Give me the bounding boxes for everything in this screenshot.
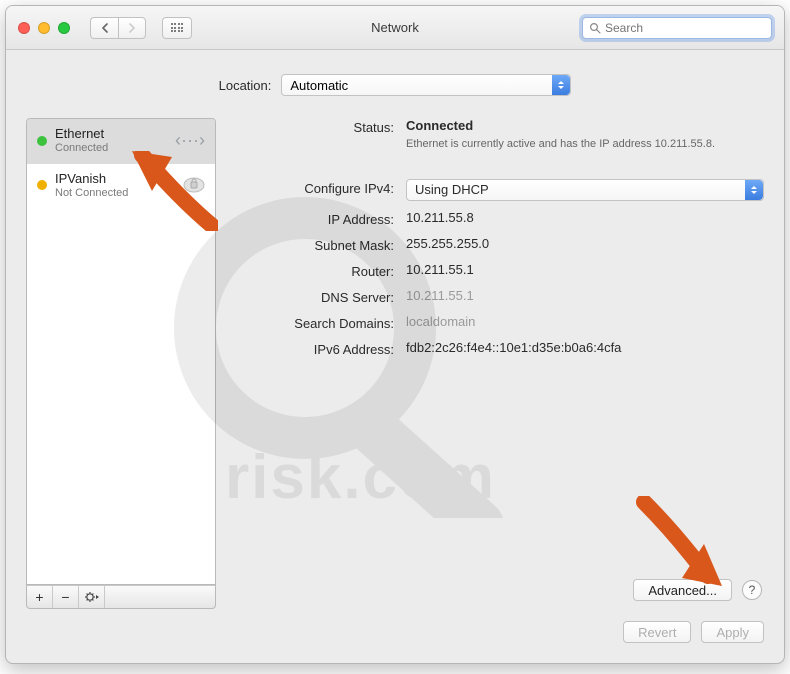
connection-actions-button[interactable] bbox=[79, 586, 105, 608]
apply-button[interactable]: Apply bbox=[701, 621, 764, 643]
subnet-label: Subnet Mask: bbox=[234, 236, 394, 253]
nav-buttons bbox=[90, 17, 146, 39]
status-row: Status: Connected Ethernet is currently … bbox=[234, 118, 764, 152]
ipv6-label: IPv6 Address: bbox=[234, 340, 394, 357]
status-value: Connected bbox=[406, 118, 764, 133]
search-input[interactable] bbox=[605, 21, 765, 35]
dns-row: DNS Server: 10.211.55.1 bbox=[234, 288, 764, 305]
configure-label: Configure IPv4: bbox=[234, 179, 394, 196]
zoom-window-button[interactable] bbox=[58, 22, 70, 34]
ip-row: IP Address: 10.211.55.8 bbox=[234, 210, 764, 227]
searchdom-value: localdomain bbox=[406, 314, 764, 329]
location-row: Location: Automatic bbox=[26, 74, 764, 96]
dns-label: DNS Server: bbox=[234, 288, 394, 305]
list-toolbar: + − bbox=[26, 585, 216, 609]
search-icon bbox=[589, 22, 601, 34]
status-dot-green-icon bbox=[37, 136, 47, 146]
status-dot-yellow-icon bbox=[37, 180, 47, 190]
location-label: Location: bbox=[219, 78, 272, 93]
searchdom-label: Search Domains: bbox=[234, 314, 394, 331]
searchdom-row: Search Domains: localdomain bbox=[234, 314, 764, 331]
subnet-row: Subnet Mask: 255.255.255.0 bbox=[234, 236, 764, 253]
grid-icon bbox=[171, 23, 184, 32]
close-window-button[interactable] bbox=[18, 22, 30, 34]
dns-value: 10.211.55.1 bbox=[406, 288, 764, 303]
remove-connection-button[interactable]: − bbox=[53, 586, 79, 608]
back-button[interactable] bbox=[90, 17, 118, 39]
router-label: Router: bbox=[234, 262, 394, 279]
location-popup[interactable]: Automatic bbox=[281, 74, 571, 96]
show-all-prefs-button[interactable] bbox=[162, 17, 192, 39]
annotation-arrow-advanced-icon bbox=[634, 496, 724, 586]
ipv6-row: IPv6 Address: fdb2:2c26:f4e4::10e1:d35e:… bbox=[234, 340, 764, 357]
location-value: Automatic bbox=[290, 78, 348, 93]
gear-icon bbox=[84, 591, 100, 603]
titlebar: Network bbox=[6, 6, 784, 50]
status-value-block: Connected Ethernet is currently active a… bbox=[406, 118, 764, 152]
help-button[interactable]: ? bbox=[742, 580, 762, 600]
traffic-lights bbox=[18, 22, 70, 34]
conn-name: Ethernet bbox=[55, 127, 167, 142]
annotation-arrow-ethernet-icon bbox=[128, 151, 218, 231]
network-preferences-window: Network Location: Automatic Ethernet bbox=[5, 5, 785, 664]
configure-value: Using DHCP bbox=[415, 182, 489, 197]
footer-buttons: Revert Apply bbox=[26, 609, 764, 643]
minimize-window-button[interactable] bbox=[38, 22, 50, 34]
status-description: Ethernet is currently active and has the… bbox=[406, 137, 764, 152]
popup-arrows-icon bbox=[552, 75, 570, 95]
configure-ipv4-popup[interactable]: Using DHCP bbox=[406, 179, 764, 201]
ipv6-value: fdb2:2c26:f4e4::10e1:d35e:b0a6:4cfa bbox=[406, 340, 764, 355]
configure-row: Configure IPv4: Using DHCP bbox=[234, 179, 764, 201]
forward-button[interactable] bbox=[118, 17, 146, 39]
add-connection-button[interactable]: + bbox=[27, 586, 53, 608]
ethernet-icon: ‹···› bbox=[175, 130, 205, 151]
search-field[interactable] bbox=[582, 17, 772, 39]
router-row: Router: 10.211.55.1 bbox=[234, 262, 764, 279]
popup-arrows-icon bbox=[745, 180, 763, 200]
router-value: 10.211.55.1 bbox=[406, 262, 764, 277]
window-title: Network bbox=[371, 20, 419, 35]
revert-button[interactable]: Revert bbox=[623, 621, 691, 643]
configure-value-wrap: Using DHCP bbox=[406, 179, 764, 201]
subnet-value: 255.255.255.0 bbox=[406, 236, 764, 251]
ip-value: 10.211.55.8 bbox=[406, 210, 764, 225]
status-label: Status: bbox=[234, 118, 394, 135]
ip-label: IP Address: bbox=[234, 210, 394, 227]
